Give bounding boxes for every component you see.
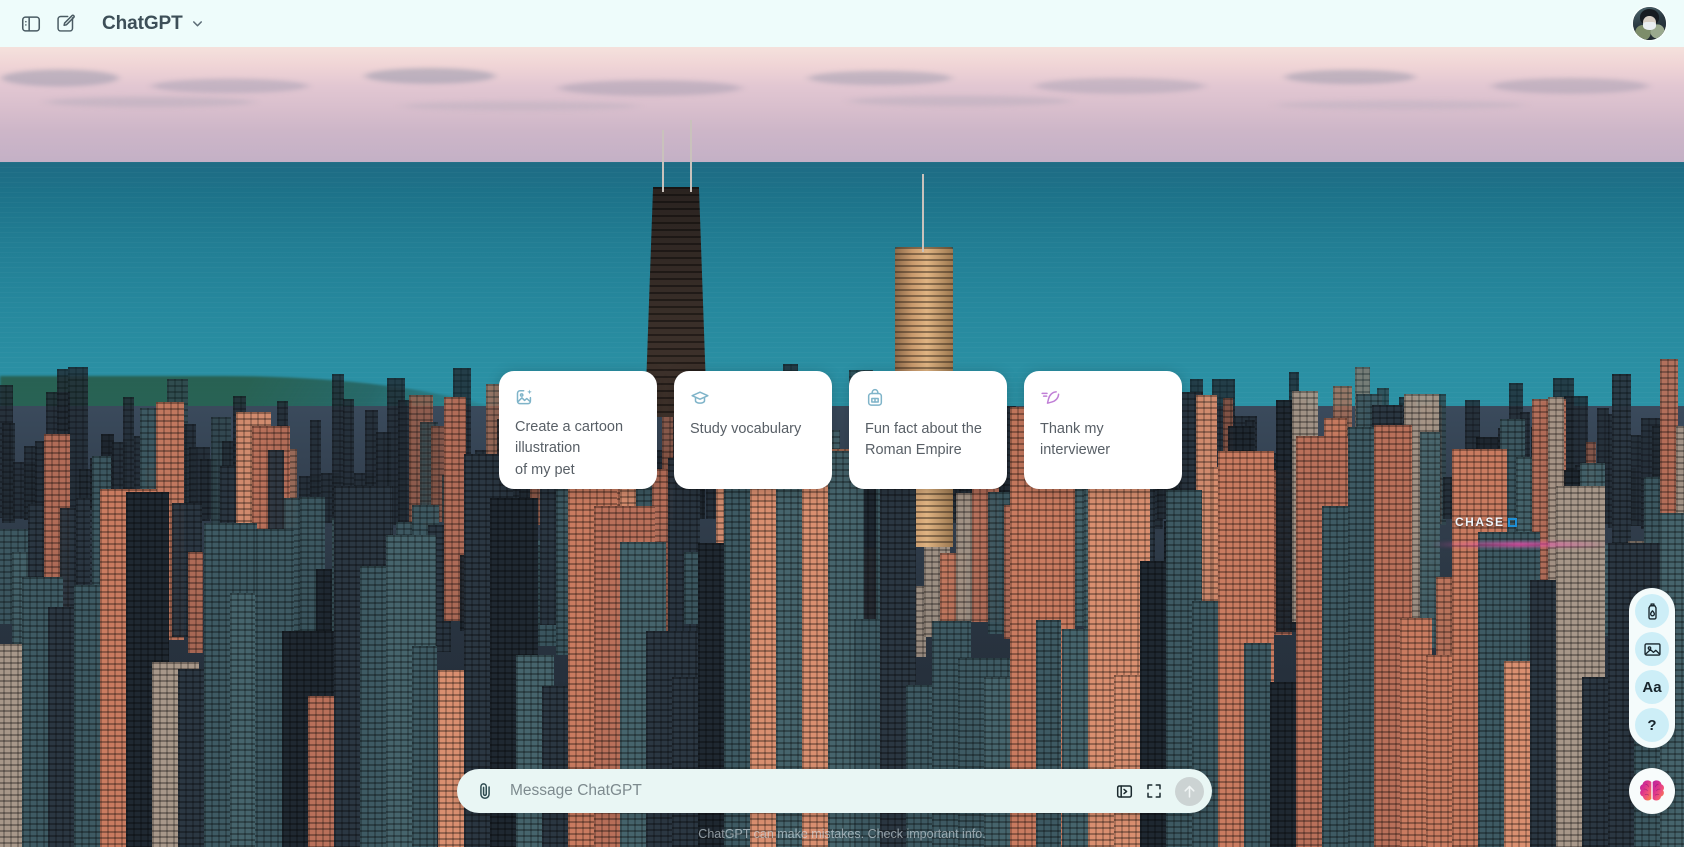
building-near xyxy=(438,670,466,847)
panel-slide-icon[interactable] xyxy=(1109,776,1139,806)
pen-write-icon xyxy=(1040,387,1167,409)
image-sparkle-icon xyxy=(515,387,642,407)
paperclip-icon[interactable] xyxy=(471,777,499,805)
top-bar: ChatGPT xyxy=(0,0,1684,47)
chevron-down-icon xyxy=(190,16,205,31)
suggestion-card-label: Study vocabulary xyxy=(690,421,802,437)
sidebar-panel-icon[interactable] xyxy=(14,7,48,41)
right-tool-rail: Aa ? xyxy=(1629,588,1675,748)
compose-pencil-icon[interactable] xyxy=(48,7,82,41)
suggestion-card-cartoon-illustration[interactable]: Create a cartoon illustration of my pet xyxy=(499,371,657,489)
hancock-antenna-right xyxy=(690,120,692,192)
building-near xyxy=(1244,642,1271,847)
building-near xyxy=(1114,674,1143,847)
cloud-band-low xyxy=(0,92,1684,118)
model-selector[interactable]: ChatGPT xyxy=(98,9,213,39)
building-near xyxy=(1504,661,1531,847)
suggestion-card-label: Fun fact about the Roman Empire xyxy=(865,421,982,459)
suggestion-card-roman-empire[interactable]: Fun fact about the Roman Empire xyxy=(849,371,1007,489)
chase-building-sign: CHASE xyxy=(1455,515,1517,529)
brain-glyph xyxy=(1640,780,1664,801)
building-near xyxy=(412,646,437,847)
brain-icon[interactable] xyxy=(1629,768,1675,814)
building-mid xyxy=(188,552,203,653)
text-size-icon[interactable]: Aa xyxy=(1635,670,1669,704)
building-near xyxy=(178,668,207,847)
send-button[interactable] xyxy=(1175,776,1204,806)
building-far xyxy=(1630,435,1641,527)
search-input[interactable] xyxy=(499,782,1109,800)
chase-logo-icon xyxy=(1507,518,1517,527)
hancock-antenna-left xyxy=(662,130,664,192)
suggestion-card-thank-interviewer[interactable]: Thank my interviewer xyxy=(1024,371,1182,489)
message-composer xyxy=(457,769,1212,813)
building-near xyxy=(230,592,256,847)
avatar-mask xyxy=(1642,21,1657,30)
neon-strip xyxy=(1430,542,1610,547)
building-near xyxy=(1036,620,1062,847)
image-icon[interactable] xyxy=(1635,632,1669,666)
backpack-icon xyxy=(865,387,992,409)
graduation-cap-icon xyxy=(690,387,817,409)
suggestion-card-label: Thank my interviewer xyxy=(1040,421,1111,459)
trump-spire xyxy=(922,174,924,252)
ink-bottle-icon[interactable] xyxy=(1635,594,1669,628)
suggestion-cards: Create a cartoon illustration of my pet … xyxy=(499,371,1182,489)
chatgpt-app-window: CHASE ChatGPT Create a cartoon illustrat… xyxy=(0,0,1684,847)
chase-sign-text: CHASE xyxy=(1455,515,1505,529)
app-title: ChatGPT xyxy=(102,12,183,34)
suggestion-card-study-vocabulary[interactable]: Study vocabulary xyxy=(674,371,832,489)
suggestion-card-label: Create a cartoon illustration of my pet xyxy=(515,419,624,478)
question-mark-icon[interactable]: ? xyxy=(1635,708,1669,742)
user-avatar[interactable] xyxy=(1633,7,1666,40)
fullscreen-expand-icon[interactable] xyxy=(1139,776,1169,806)
